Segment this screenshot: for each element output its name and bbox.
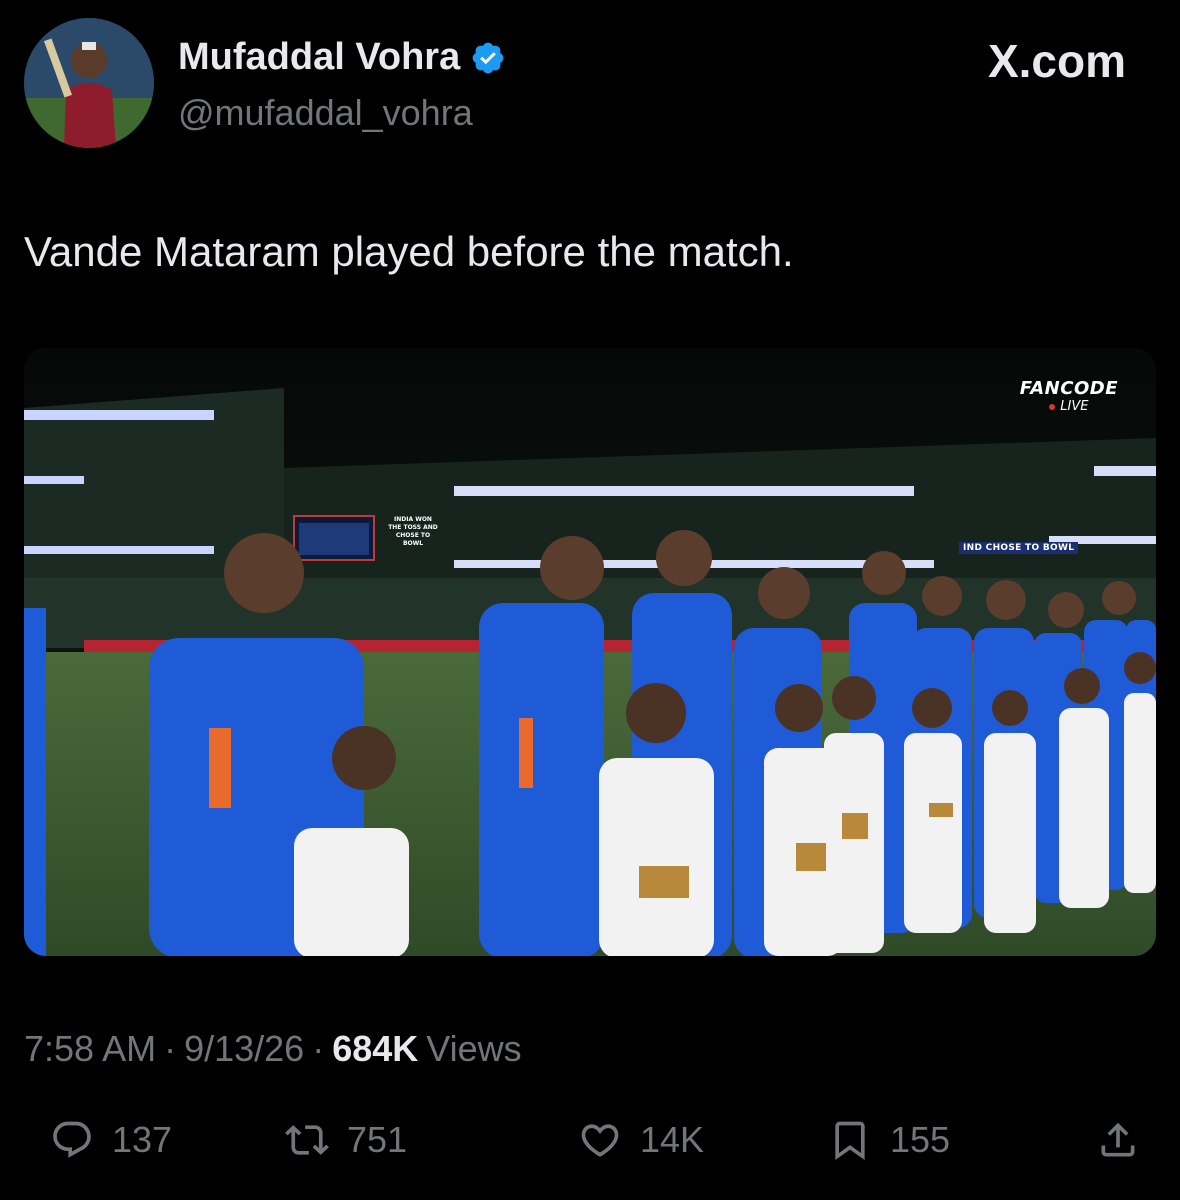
live-indicator: LIVE	[1020, 399, 1118, 414]
views-label: Views	[426, 1028, 522, 1069]
repost-count: 751	[347, 1119, 408, 1160]
reply-icon	[53, 1121, 91, 1158]
scoreboard-text: INDIA WON THE TOSS AND CHOSE TO BOWL	[388, 516, 438, 547]
tweet-time[interactable]: 7:58 AM	[24, 1028, 156, 1070]
like-count: 14K	[640, 1119, 705, 1160]
share-icon	[1101, 1122, 1135, 1157]
views-count: 684K	[332, 1028, 419, 1069]
meta-separator: ·	[312, 1028, 325, 1069]
tweet-text: Vande Mataram played before the match.	[24, 228, 794, 275]
ad-board-text: IND CHOSE TO BOWL	[959, 542, 1079, 554]
tweet-meta: 7:58 AM · 9/13/26 · 684K Views	[24, 1028, 522, 1070]
avatar[interactable]	[24, 18, 154, 148]
bookmark-button[interactable]: 155	[828, 1118, 950, 1162]
tweet-date[interactable]: 9/13/26	[184, 1028, 304, 1070]
bookmark-icon	[835, 1121, 865, 1161]
action-bar: 137 751 14K 155	[0, 1118, 1180, 1174]
live-dot-icon	[1049, 403, 1056, 410]
media-image	[24, 348, 1156, 956]
broadcaster-logo: FANCODE LIVE	[1020, 378, 1118, 414]
brand-label: X.com	[987, 35, 1126, 87]
reply-count: 137	[112, 1119, 173, 1160]
reply-button[interactable]: 137	[50, 1118, 172, 1162]
verified-badge-icon	[472, 42, 504, 73]
like-icon	[581, 1124, 619, 1157]
author-name-row[interactable]: Mufaddal Vohra	[178, 36, 506, 79]
avatar-image	[24, 18, 154, 148]
broadcaster-name: FANCODE	[1019, 378, 1118, 399]
author-handle[interactable]: @mufaddal_vohra	[178, 92, 473, 134]
repost-icon	[285, 1125, 329, 1155]
bookmark-count: 155	[890, 1119, 951, 1160]
share-button[interactable]	[1096, 1118, 1140, 1162]
repost-button[interactable]: 751	[285, 1118, 407, 1162]
author-display-name[interactable]: Mufaddal Vohra	[178, 36, 460, 79]
meta-separator: ·	[164, 1028, 177, 1069]
like-button[interactable]: 14K	[578, 1118, 704, 1162]
live-label: LIVE	[1060, 399, 1089, 414]
tweet-media[interactable]: FANCODE LIVE INDIA WON THE TOSS AND CHOS…	[24, 348, 1156, 956]
